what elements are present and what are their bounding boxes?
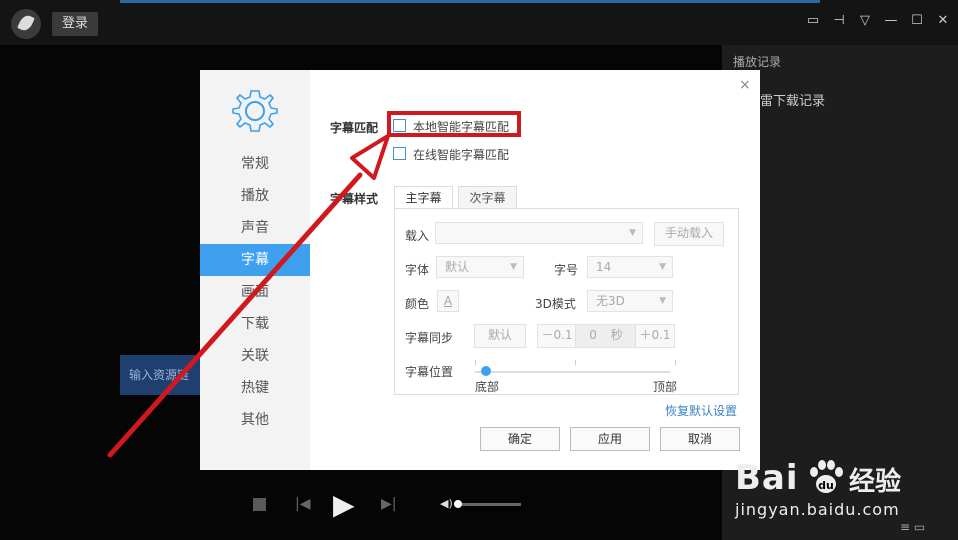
position-tick: [675, 360, 676, 365]
watermark-url: jingyan.baidu.com: [735, 500, 900, 519]
minimize-icon[interactable]: —: [884, 13, 898, 28]
online-match-label[interactable]: 在线智能字幕匹配: [413, 146, 509, 163]
position-max-label: 顶部: [653, 380, 678, 394]
load-label: 载入: [405, 229, 430, 243]
title-accent-line: [120, 0, 820, 3]
playlist-item[interactable]: 雷下载记录: [760, 90, 825, 109]
nav-item-association[interactable]: 关联: [200, 340, 310, 372]
baidu-watermark: Bai du 经验 jingyan.baidu.com: [735, 458, 950, 528]
mode3d-select[interactable]: 无3D ▼: [587, 290, 673, 312]
annotation-highlight-box: [387, 111, 521, 137]
watermark-logo: Bai: [735, 458, 799, 498]
font-select[interactable]: 默认 ▼: [436, 256, 524, 278]
nav-item-picture[interactable]: 画面: [200, 276, 310, 308]
folder-icon[interactable]: ▭: [806, 13, 820, 28]
play-icon[interactable]: ▶: [333, 488, 355, 521]
color-label: 颜色: [405, 297, 430, 311]
volume-icon[interactable]: ◀): [440, 497, 453, 510]
settings-nav: 常规 播放 声音 字幕 画面 下载 关联 热键 其他: [200, 70, 310, 470]
sync-value: 0: [589, 328, 597, 342]
font-value: 默认: [445, 260, 470, 274]
playlist-title[interactable]: 播放记录: [733, 53, 781, 70]
previous-icon[interactable]: ▶|: [295, 496, 310, 512]
subtitle-style-label: 字幕样式: [330, 192, 379, 206]
volume-knob[interactable]: [454, 500, 462, 508]
chevron-down-icon: ▼: [629, 228, 636, 238]
ok-button[interactable]: 确定: [480, 427, 560, 451]
paw-icon: du: [810, 460, 843, 493]
maximize-icon[interactable]: ☐: [910, 13, 924, 28]
color-picker[interactable]: A: [437, 290, 459, 312]
mode3d-label: 3D模式: [535, 297, 576, 311]
app-logo[interactable]: [11, 9, 41, 39]
menu-icon[interactable]: ▽: [858, 13, 872, 28]
manual-load-button[interactable]: 手动载入: [654, 222, 724, 246]
sync-plus-button[interactable]: ＋0.1: [635, 324, 675, 348]
apply-button[interactable]: 应用: [570, 427, 650, 451]
tab-secondary-subtitle[interactable]: 次字幕: [458, 186, 517, 210]
nav-item-download[interactable]: 下载: [200, 308, 310, 340]
nav-item-playback[interactable]: 播放: [200, 180, 310, 212]
title-bar: 登录 ▭ ⊣ ▽ — ☐ ✕: [0, 0, 958, 45]
chevron-down-icon: ▼: [510, 262, 517, 272]
sync-value-field[interactable]: 0 秒: [575, 324, 637, 348]
dialog-close-icon[interactable]: ×: [739, 77, 751, 93]
mode3d-value: 无3D: [596, 294, 625, 308]
position-min-label: 底部: [475, 380, 500, 394]
size-value: 14: [596, 260, 612, 274]
restore-defaults-link[interactable]: 恢复默认设置: [665, 402, 737, 419]
volume-slider[interactable]: [456, 503, 521, 506]
load-select[interactable]: ▼: [435, 222, 643, 244]
nav-item-subtitle[interactable]: 字幕: [200, 244, 310, 276]
subtitle-match-label: 字幕匹配: [330, 121, 379, 135]
resource-link-button[interactable]: 输入资源链: [120, 355, 210, 395]
position-slider[interactable]: [475, 371, 670, 373]
sync-default-button[interactable]: 默认: [474, 324, 526, 348]
pin-icon[interactable]: ⊣: [832, 13, 846, 28]
nav-item-hotkeys[interactable]: 热键: [200, 372, 310, 404]
chevron-down-icon: ▼: [659, 296, 666, 306]
sync-label: 字幕同步: [405, 331, 454, 345]
font-label: 字体: [405, 263, 430, 277]
login-button[interactable]: 登录: [52, 12, 98, 36]
nav-item-other[interactable]: 其他: [200, 404, 310, 436]
position-label: 字幕位置: [405, 365, 454, 379]
watermark-logo-text: Bai: [735, 458, 799, 498]
stop-icon[interactable]: [253, 498, 266, 511]
window-controls: ▭ ⊣ ▽ — ☐ ✕: [806, 13, 950, 28]
size-select[interactable]: 14 ▼: [587, 256, 673, 278]
position-slider-knob[interactable]: [481, 366, 491, 376]
position-tick: [475, 360, 476, 365]
sync-minus-button[interactable]: －0.1: [537, 324, 577, 348]
cancel-button[interactable]: 取消: [660, 427, 740, 451]
nav-item-audio[interactable]: 声音: [200, 212, 310, 244]
watermark-cn: 经验: [849, 467, 902, 497]
online-match-checkbox[interactable]: [393, 147, 406, 160]
sync-unit: 秒: [610, 328, 623, 342]
position-tick: [575, 360, 576, 365]
close-icon[interactable]: ✕: [936, 13, 950, 28]
tab-primary-subtitle[interactable]: 主字幕: [394, 186, 453, 210]
next-icon[interactable]: ▶|: [381, 496, 396, 512]
size-label: 字号: [554, 263, 579, 277]
nav-item-general[interactable]: 常规: [200, 148, 310, 180]
watermark-logo-suffix: du: [818, 479, 834, 492]
gear-icon: [232, 90, 278, 132]
chevron-down-icon: ▼: [659, 262, 666, 272]
